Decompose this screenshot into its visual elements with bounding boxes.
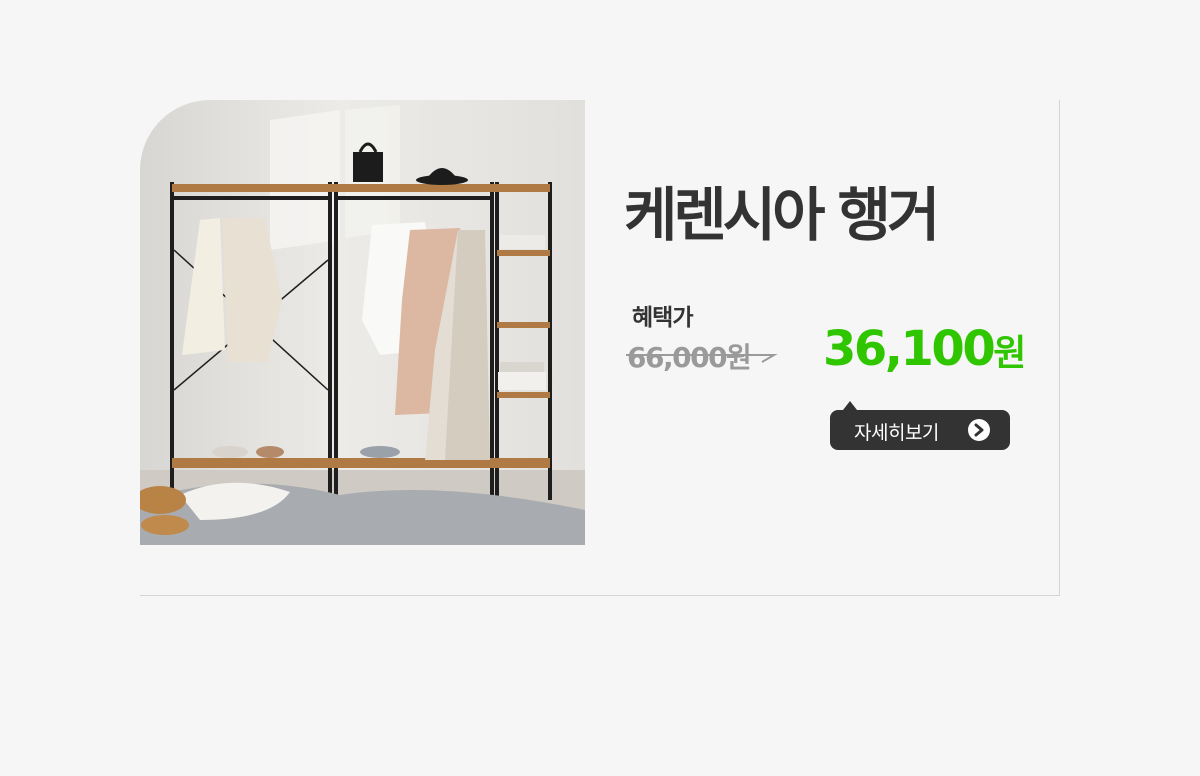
product-image[interactable] (140, 100, 585, 545)
hanger-photo (140, 100, 585, 545)
strikethrough-arrow-icon (626, 354, 778, 363)
sale-price-unit: 원 (993, 333, 1026, 374)
view-details-button[interactable]: 자세히보기 (830, 401, 1010, 450)
view-details-label: 자세히보기 (854, 422, 939, 444)
chevron-right-circle-icon (968, 419, 990, 441)
sale-price-amount: 36,100 (823, 321, 996, 377)
tooltip-notch (843, 401, 857, 410)
sale-price: 36,100원 (823, 325, 1026, 374)
product-title: 케렌시아 행거 (624, 181, 940, 249)
benefit-price-label: 혜택가 (632, 305, 693, 331)
